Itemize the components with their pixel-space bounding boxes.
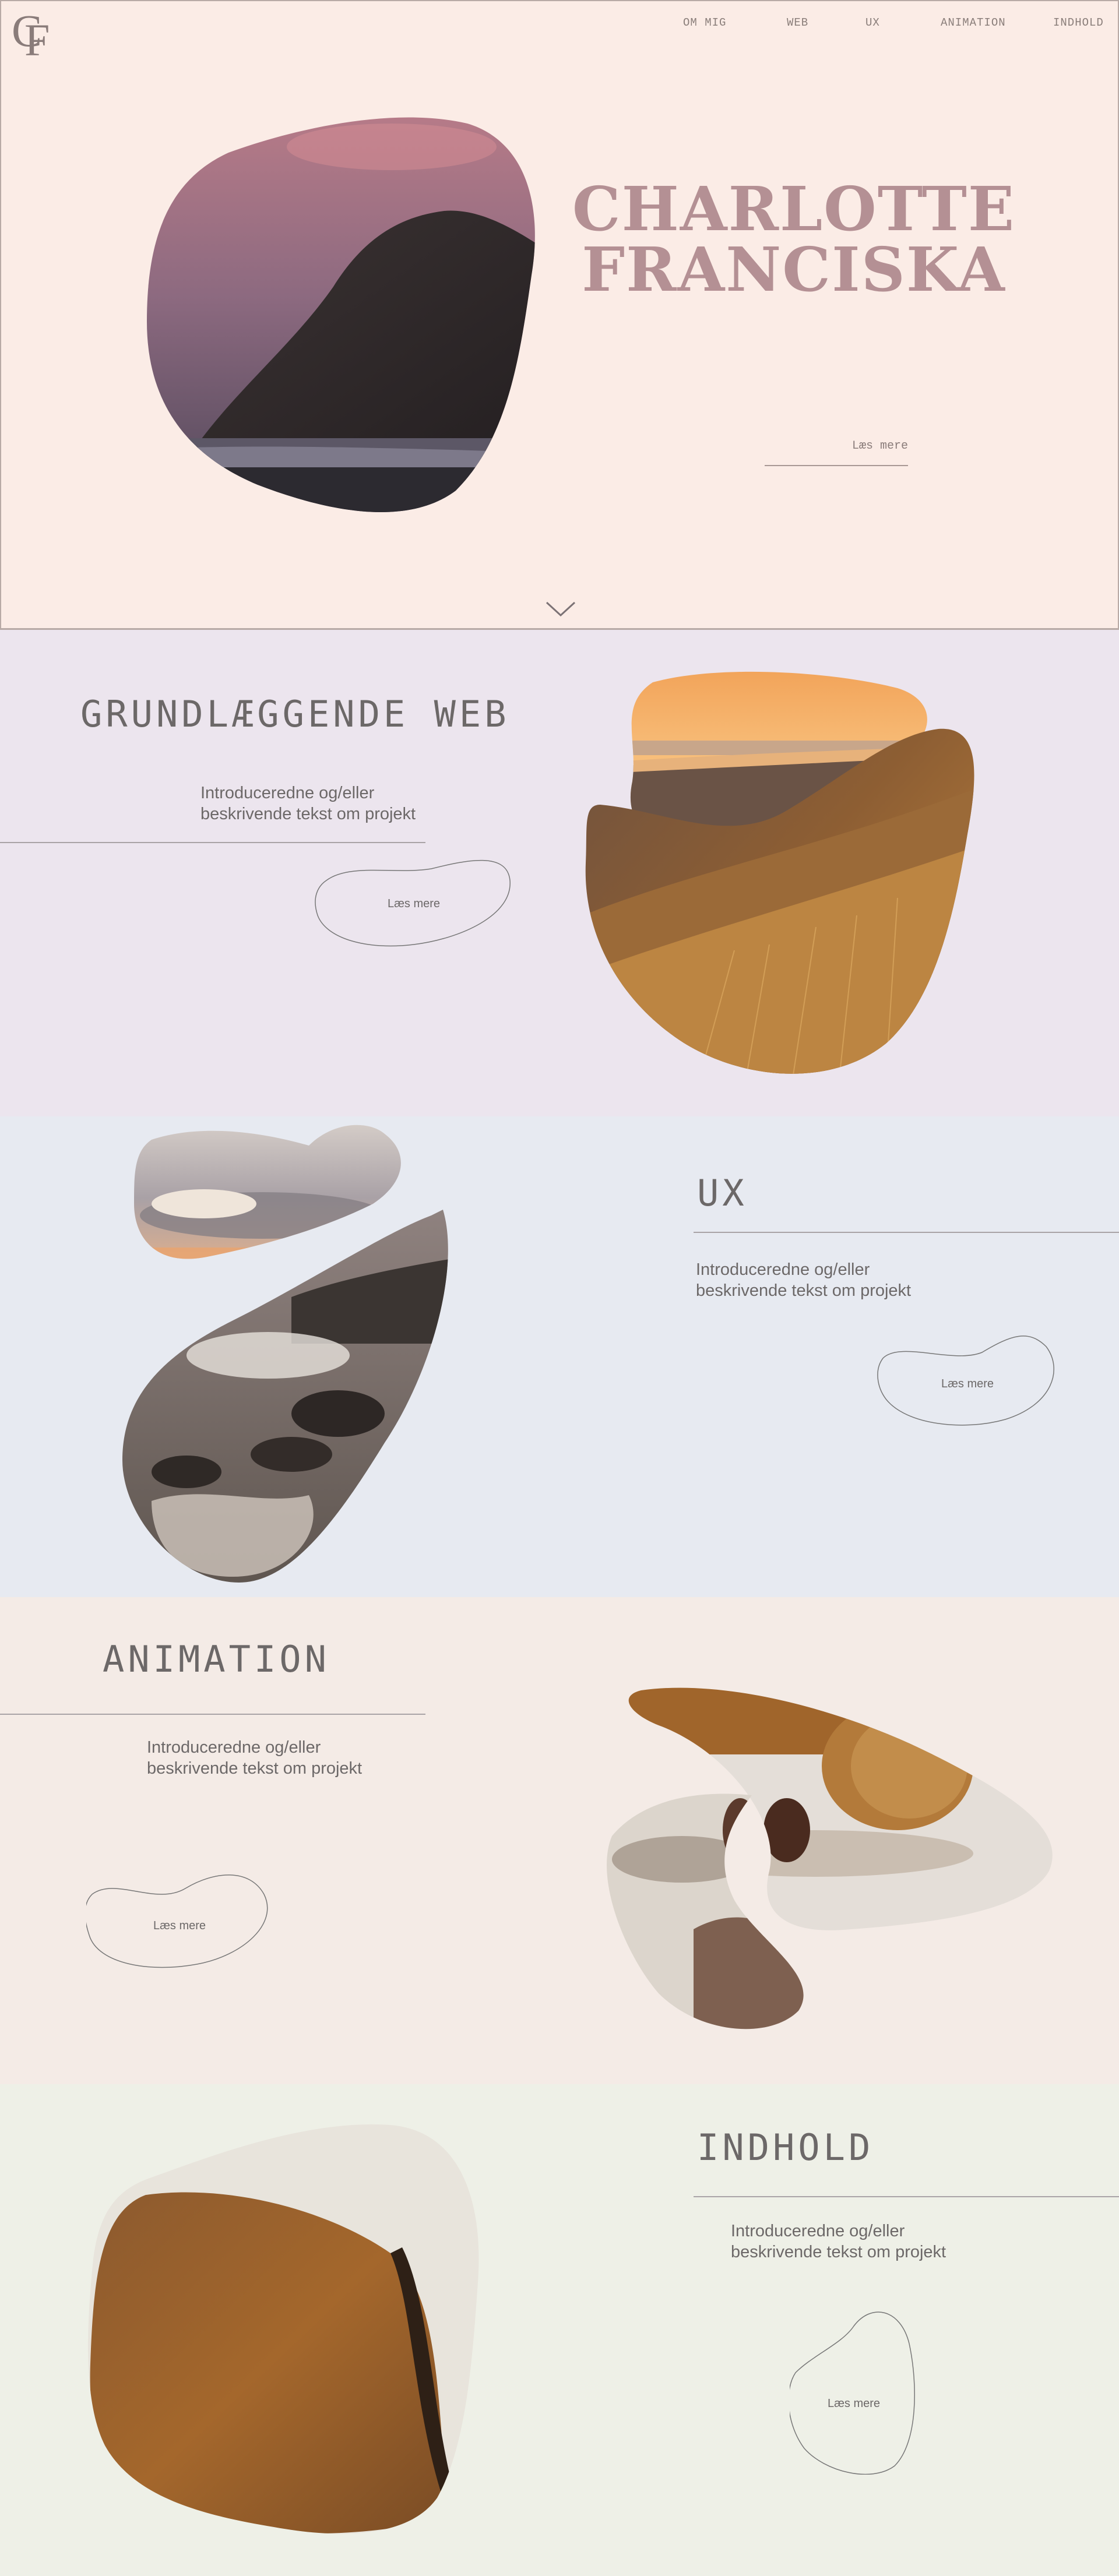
section-animation-desc-line2: beskrivende tekst om projekt — [147, 1759, 363, 1778]
nav-item-animation[interactable]: ANIMATION — [941, 16, 1006, 29]
section-indhold-read-more-label: Læs mere — [827, 2397, 881, 2410]
chevron-down-icon[interactable] — [544, 599, 577, 619]
hero-title-line1: CHARLOTTE — [572, 173, 1016, 245]
nav-item-om-mig[interactable]: OM MIG — [683, 16, 726, 29]
hero-image-mountain — [147, 117, 535, 513]
hero-read-more-underline — [765, 465, 908, 466]
section-ux-read-more-label: Læs mere — [941, 1377, 994, 1390]
section-indhold-image-wood — [88, 2124, 479, 2534]
section-web-description: Introduceredne og/eller beskrivende teks… — [200, 783, 416, 824]
section-ux-read-more-button[interactable]: Læs mere — [877, 1329, 1058, 1434]
section-indhold-divider — [694, 2196, 1119, 2197]
section-indhold-read-more-button[interactable]: Læs mere — [790, 2309, 918, 2475]
section-animation-divider — [0, 1714, 425, 1715]
section-web-desc-line1: Introduceredne og/eller — [200, 784, 375, 802]
section-animation-read-more-button[interactable]: Læs mere — [86, 1871, 273, 1976]
section-ux-image-coast — [122, 1125, 448, 1583]
section-web-title: GRUNDLÆGGENDE WEB — [80, 693, 510, 735]
section-ux-divider — [694, 1232, 1119, 1233]
section-animation-read-more-label: Læs mere — [153, 1919, 206, 1932]
section-indhold-desc-line2: beskrivende tekst om projekt — [731, 2243, 946, 2261]
hero-read-more-link[interactable]: Læs mere — [765, 439, 908, 453]
section-web-divider — [0, 842, 425, 843]
hero-section: CF OM MIG WEB UX ANIMATION INDHOLD CHARL… — [0, 0, 1119, 629]
section-ux: UX Introduceredne og/eller beskrivende t… — [0, 1116, 1119, 1597]
section-indhold-description: Introduceredne og/eller beskrivende teks… — [731, 2221, 946, 2263]
hero-title-line2: FRANCISKA — [582, 234, 1006, 305]
section-animation: ANIMATION Introduceredne og/eller beskri… — [0, 1597, 1119, 2084]
section-web-desc-line2: beskrivende tekst om projekt — [200, 805, 416, 823]
hero-title: CHARLOTTE FRANCISKA — [561, 179, 1027, 300]
section-animation-desc-line1: Introduceredne og/eller — [147, 1738, 321, 1757]
section-web-image-beach — [585, 671, 974, 1074]
section-web: GRUNDLÆGGENDE WEB Introduceredne og/elle… — [0, 629, 1119, 1116]
section-web-read-more-button[interactable]: Læs mere — [315, 851, 513, 956]
section-indhold: INDHOLD Introduceredne og/eller beskrive… — [0, 2084, 1119, 2576]
nav-item-ux[interactable]: UX — [865, 16, 880, 29]
nav-item-indhold[interactable]: INDHOLD — [1053, 16, 1104, 29]
section-indhold-title: INDHOLD — [697, 2126, 874, 2169]
logo-letter-f: F — [24, 15, 50, 65]
section-ux-desc-line2: beskrivende tekst om projekt — [696, 1281, 912, 1300]
section-ux-desc-line1: Introduceredne og/eller — [696, 1260, 870, 1279]
section-ux-description: Introduceredne og/eller beskrivende teks… — [696, 1259, 911, 1301]
logo[interactable]: CF — [12, 8, 50, 63]
section-web-read-more-label: Læs mere — [387, 897, 441, 910]
blob-outline-icon — [790, 2311, 915, 2475]
nav-item-web[interactable]: WEB — [787, 16, 808, 29]
section-animation-title: ANIMATION — [103, 1638, 330, 1680]
section-animation-image-still-life — [607, 1687, 1053, 2029]
section-animation-description: Introduceredne og/eller beskrivende teks… — [147, 1737, 362, 1779]
section-indhold-desc-line1: Introduceredne og/eller — [731, 2222, 905, 2240]
section-ux-title: UX — [697, 1172, 748, 1214]
